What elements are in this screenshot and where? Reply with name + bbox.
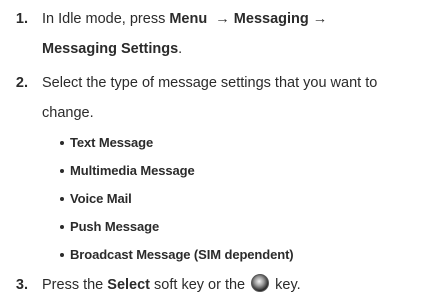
bullet-label: Push Message xyxy=(70,219,160,234)
bullet-label: Broadcast Message (SIM dependent) xyxy=(70,247,294,262)
step-1-text: In Idle mode, press Menu → Messaging → M… xyxy=(42,8,427,60)
bullet-dot-icon xyxy=(60,196,64,201)
messaging-label: Messaging xyxy=(233,11,309,27)
bullet-broadcast-message: Broadcast Message (SIM dependent) xyxy=(60,247,294,262)
bullet-dot-icon xyxy=(60,224,64,229)
select-label: Select xyxy=(107,277,151,293)
bullet-multimedia-message: Multimedia Message xyxy=(60,163,195,178)
bullet-voice-mail: Voice Mail xyxy=(60,191,132,206)
bullet-dot-icon xyxy=(60,168,64,173)
step-1-line-1: In Idle mode, press Menu → Messaging → xyxy=(42,8,427,30)
step-2-line-2: change. xyxy=(42,105,94,121)
step-3-middle: soft key or the xyxy=(150,277,250,293)
step-3-text: Press the Select soft key or the key. xyxy=(42,274,427,296)
step-3-suffix: key. xyxy=(271,277,301,293)
menu-label: Menu xyxy=(169,11,208,27)
bullet-label: Voice Mail xyxy=(70,191,132,206)
step-2-line-1: Select the type of message settings that… xyxy=(42,75,378,91)
step-1-number: 1. xyxy=(15,11,28,27)
step-2-text: Select the type of message settings that… xyxy=(42,72,427,124)
step-3-prefix: Press the xyxy=(42,277,108,293)
step-3-number: 3. xyxy=(15,277,28,293)
step-2-number: 2. xyxy=(15,75,28,91)
bullet-push-message: Push Message xyxy=(60,219,159,234)
step-1-period: . xyxy=(178,41,183,57)
bullet-label: Text Message xyxy=(70,135,154,150)
bullet-dot-icon xyxy=(60,252,64,257)
navigation-key-icon xyxy=(251,274,270,293)
bullet-text-message: Text Message xyxy=(60,135,153,150)
step-1-line-2: Messaging Settings. xyxy=(42,38,427,60)
step-1-prefix: In Idle mode, press xyxy=(42,11,170,27)
messaging-settings-label: Messaging Settings xyxy=(42,41,179,57)
arrow-2: → xyxy=(312,11,328,27)
step-3-line-1: Press the Select soft key or the key. xyxy=(42,274,427,296)
bullet-dot-icon xyxy=(60,140,64,145)
bullet-label: Multimedia Message xyxy=(70,163,195,178)
arrow-1: → xyxy=(215,11,230,27)
